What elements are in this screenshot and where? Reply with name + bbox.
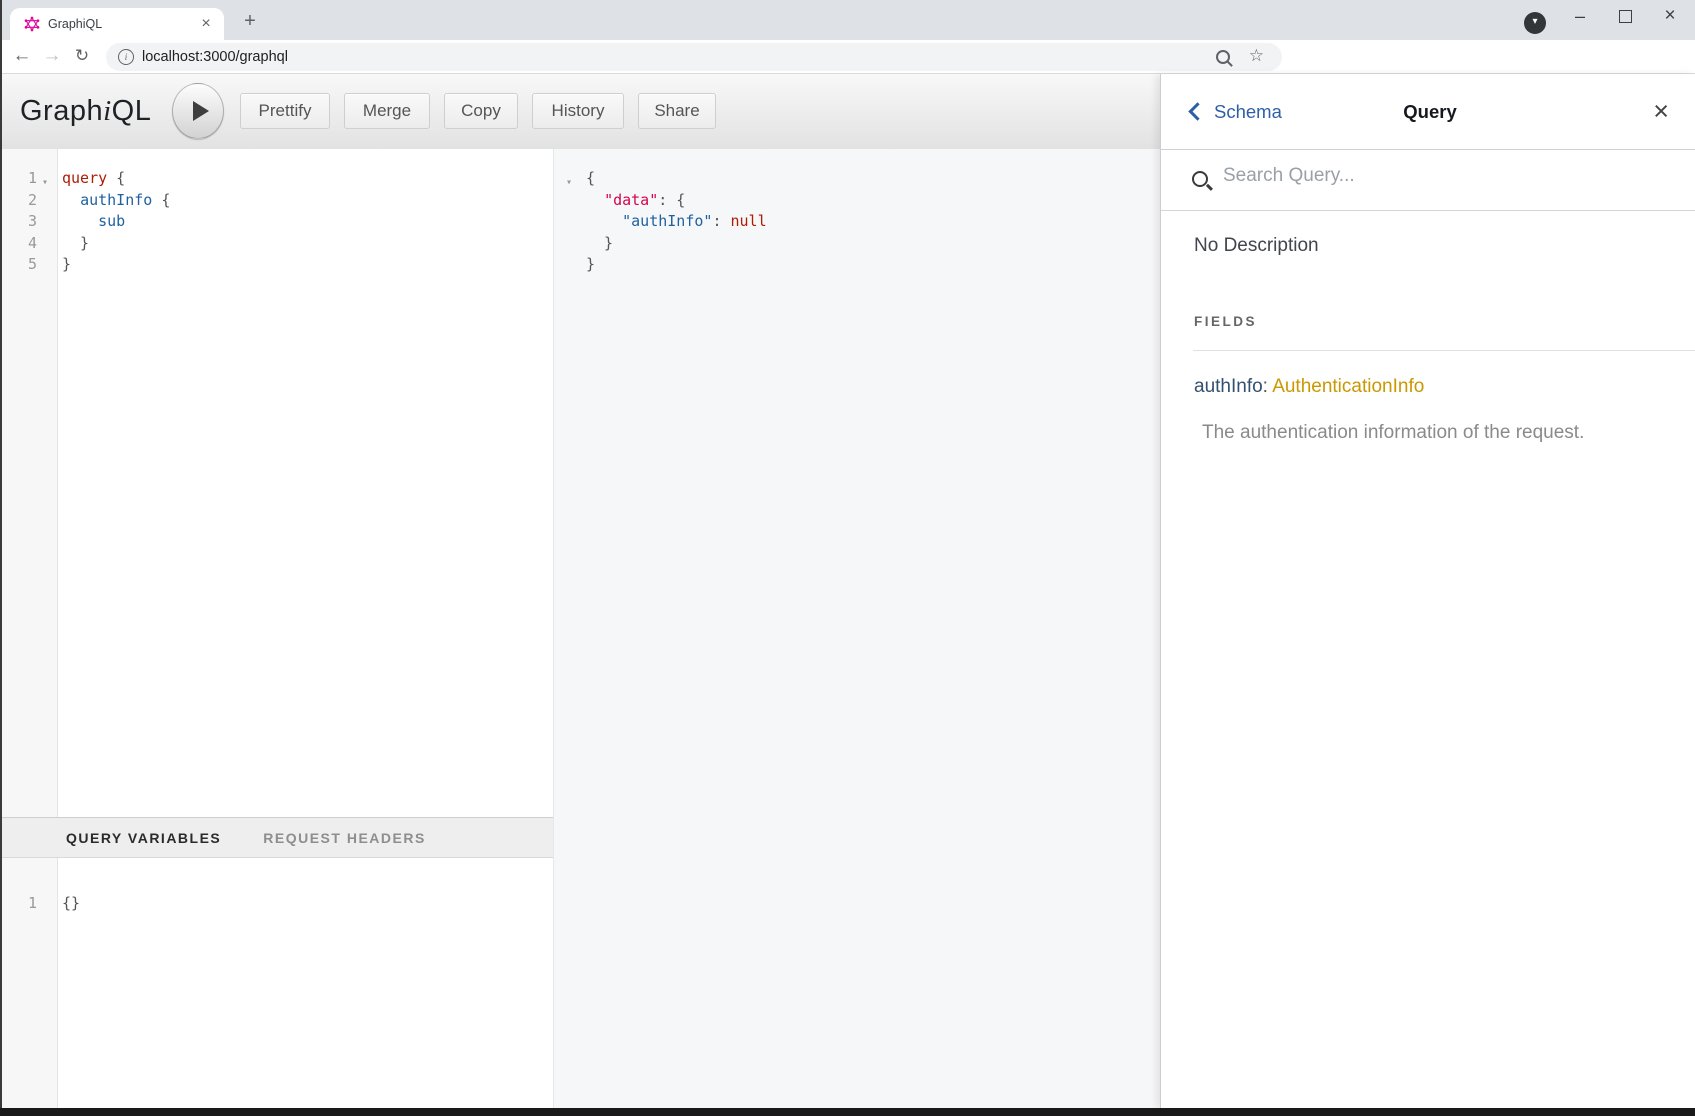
doc-back-link[interactable]: Schema (1191, 101, 1311, 123)
tab-search-icon[interactable]: ▾ (1524, 12, 1546, 34)
result-viewer-code: { "data": { "authInfo": null }} (586, 149, 1160, 276)
maximize-icon (1619, 10, 1632, 23)
doc-close-button[interactable]: × (1549, 96, 1669, 127)
variables-editor-code[interactable]: {} (62, 858, 553, 915)
browser-window: GraphiQL × + ▾ – × ← → ↻ i localhost:300… (0, 0, 1695, 1116)
execute-query-button[interactable] (172, 83, 224, 139)
doc-fields-heading: FIELDS (1194, 314, 1257, 329)
result-viewer[interactable]: ▾ { "data": { "authInfo": null }} (553, 149, 1160, 1108)
field-type-link[interactable]: AuthenticationInfo (1272, 376, 1424, 397)
graphiql-topbar: GraphiQL Prettify Merge Copy History Sha… (0, 74, 1160, 150)
window-left-border (0, 0, 2, 1116)
doc-explorer-header: Schema Query × (1161, 74, 1695, 150)
fold-arrow-icon[interactable]: ▾ (42, 172, 48, 194)
window-maximize-button[interactable] (1607, 2, 1643, 30)
prettify-button[interactable]: Prettify (240, 93, 330, 129)
graphiql-logo: GraphiQL (20, 74, 151, 149)
tab-close-icon[interactable]: × (196, 14, 216, 34)
tab-request-headers[interactable]: REQUEST HEADERS (263, 830, 426, 846)
secondary-editor-tabbar: QUERY VARIABLES REQUEST HEADERS (0, 817, 553, 858)
bookmark-star-icon[interactable]: ☆ (1249, 46, 1264, 66)
doc-search-row (1161, 150, 1695, 211)
query-editor[interactable]: 12345 ▾ query { authInfo { sub }} (0, 149, 553, 817)
doc-field-row: authInfo: AuthenticationInfo (1194, 376, 1424, 398)
chevron-left-icon (1188, 102, 1206, 120)
zoom-icon[interactable] (1216, 50, 1230, 64)
reload-button[interactable]: ↻ (68, 42, 96, 70)
window-bottom-border (0, 1108, 1695, 1116)
url-text: localhost:3000/graphql (142, 49, 288, 65)
page-info-icon[interactable]: i (118, 49, 134, 65)
tab-strip: GraphiQL × + ▾ – × (0, 0, 1695, 40)
query-variables-editor[interactable]: 1 {} (0, 858, 553, 1108)
play-icon (193, 101, 209, 121)
variables-editor-gutter: 1 (0, 858, 58, 1108)
tab-title: GraphiQL (48, 17, 102, 31)
forward-button[interactable]: → (38, 42, 66, 70)
merge-button[interactable]: Merge (344, 93, 430, 129)
history-button[interactable]: History (532, 93, 624, 129)
doc-back-label: Schema (1214, 101, 1282, 123)
search-icon (1192, 171, 1208, 187)
tab-graphiql[interactable]: GraphiQL × (10, 8, 224, 40)
tab-query-variables[interactable]: QUERY VARIABLES (66, 830, 221, 846)
graphql-favicon-icon (24, 16, 40, 32)
field-description: The authentication information of the re… (1202, 422, 1584, 444)
doc-title: Query (1311, 101, 1549, 123)
fields-divider (1193, 350, 1695, 351)
doc-explorer-panel: Schema Query × No Description FIELDS aut… (1160, 74, 1695, 1108)
address-bar[interactable]: i localhost:3000/graphql ☆ (106, 43, 1282, 71)
query-editor-gutter: 12345 (0, 149, 58, 817)
window-close-button[interactable]: × (1652, 2, 1688, 30)
window-minimize-button[interactable]: – (1562, 2, 1598, 30)
browser-toolbar: ← → ↻ i localhost:3000/graphql ☆ P (0, 40, 1695, 74)
new-tab-button[interactable]: + (238, 10, 262, 34)
copy-button[interactable]: Copy (444, 93, 518, 129)
query-editor-code[interactable]: query { authInfo { sub }} (62, 149, 553, 276)
share-button[interactable]: Share (638, 93, 716, 129)
doc-search-input[interactable] (1221, 164, 1645, 188)
doc-no-description: No Description (1194, 235, 1319, 257)
fold-arrow-icon[interactable]: ▾ (566, 172, 572, 194)
back-button[interactable]: ← (8, 42, 36, 70)
field-name-link[interactable]: authInfo (1194, 376, 1263, 397)
